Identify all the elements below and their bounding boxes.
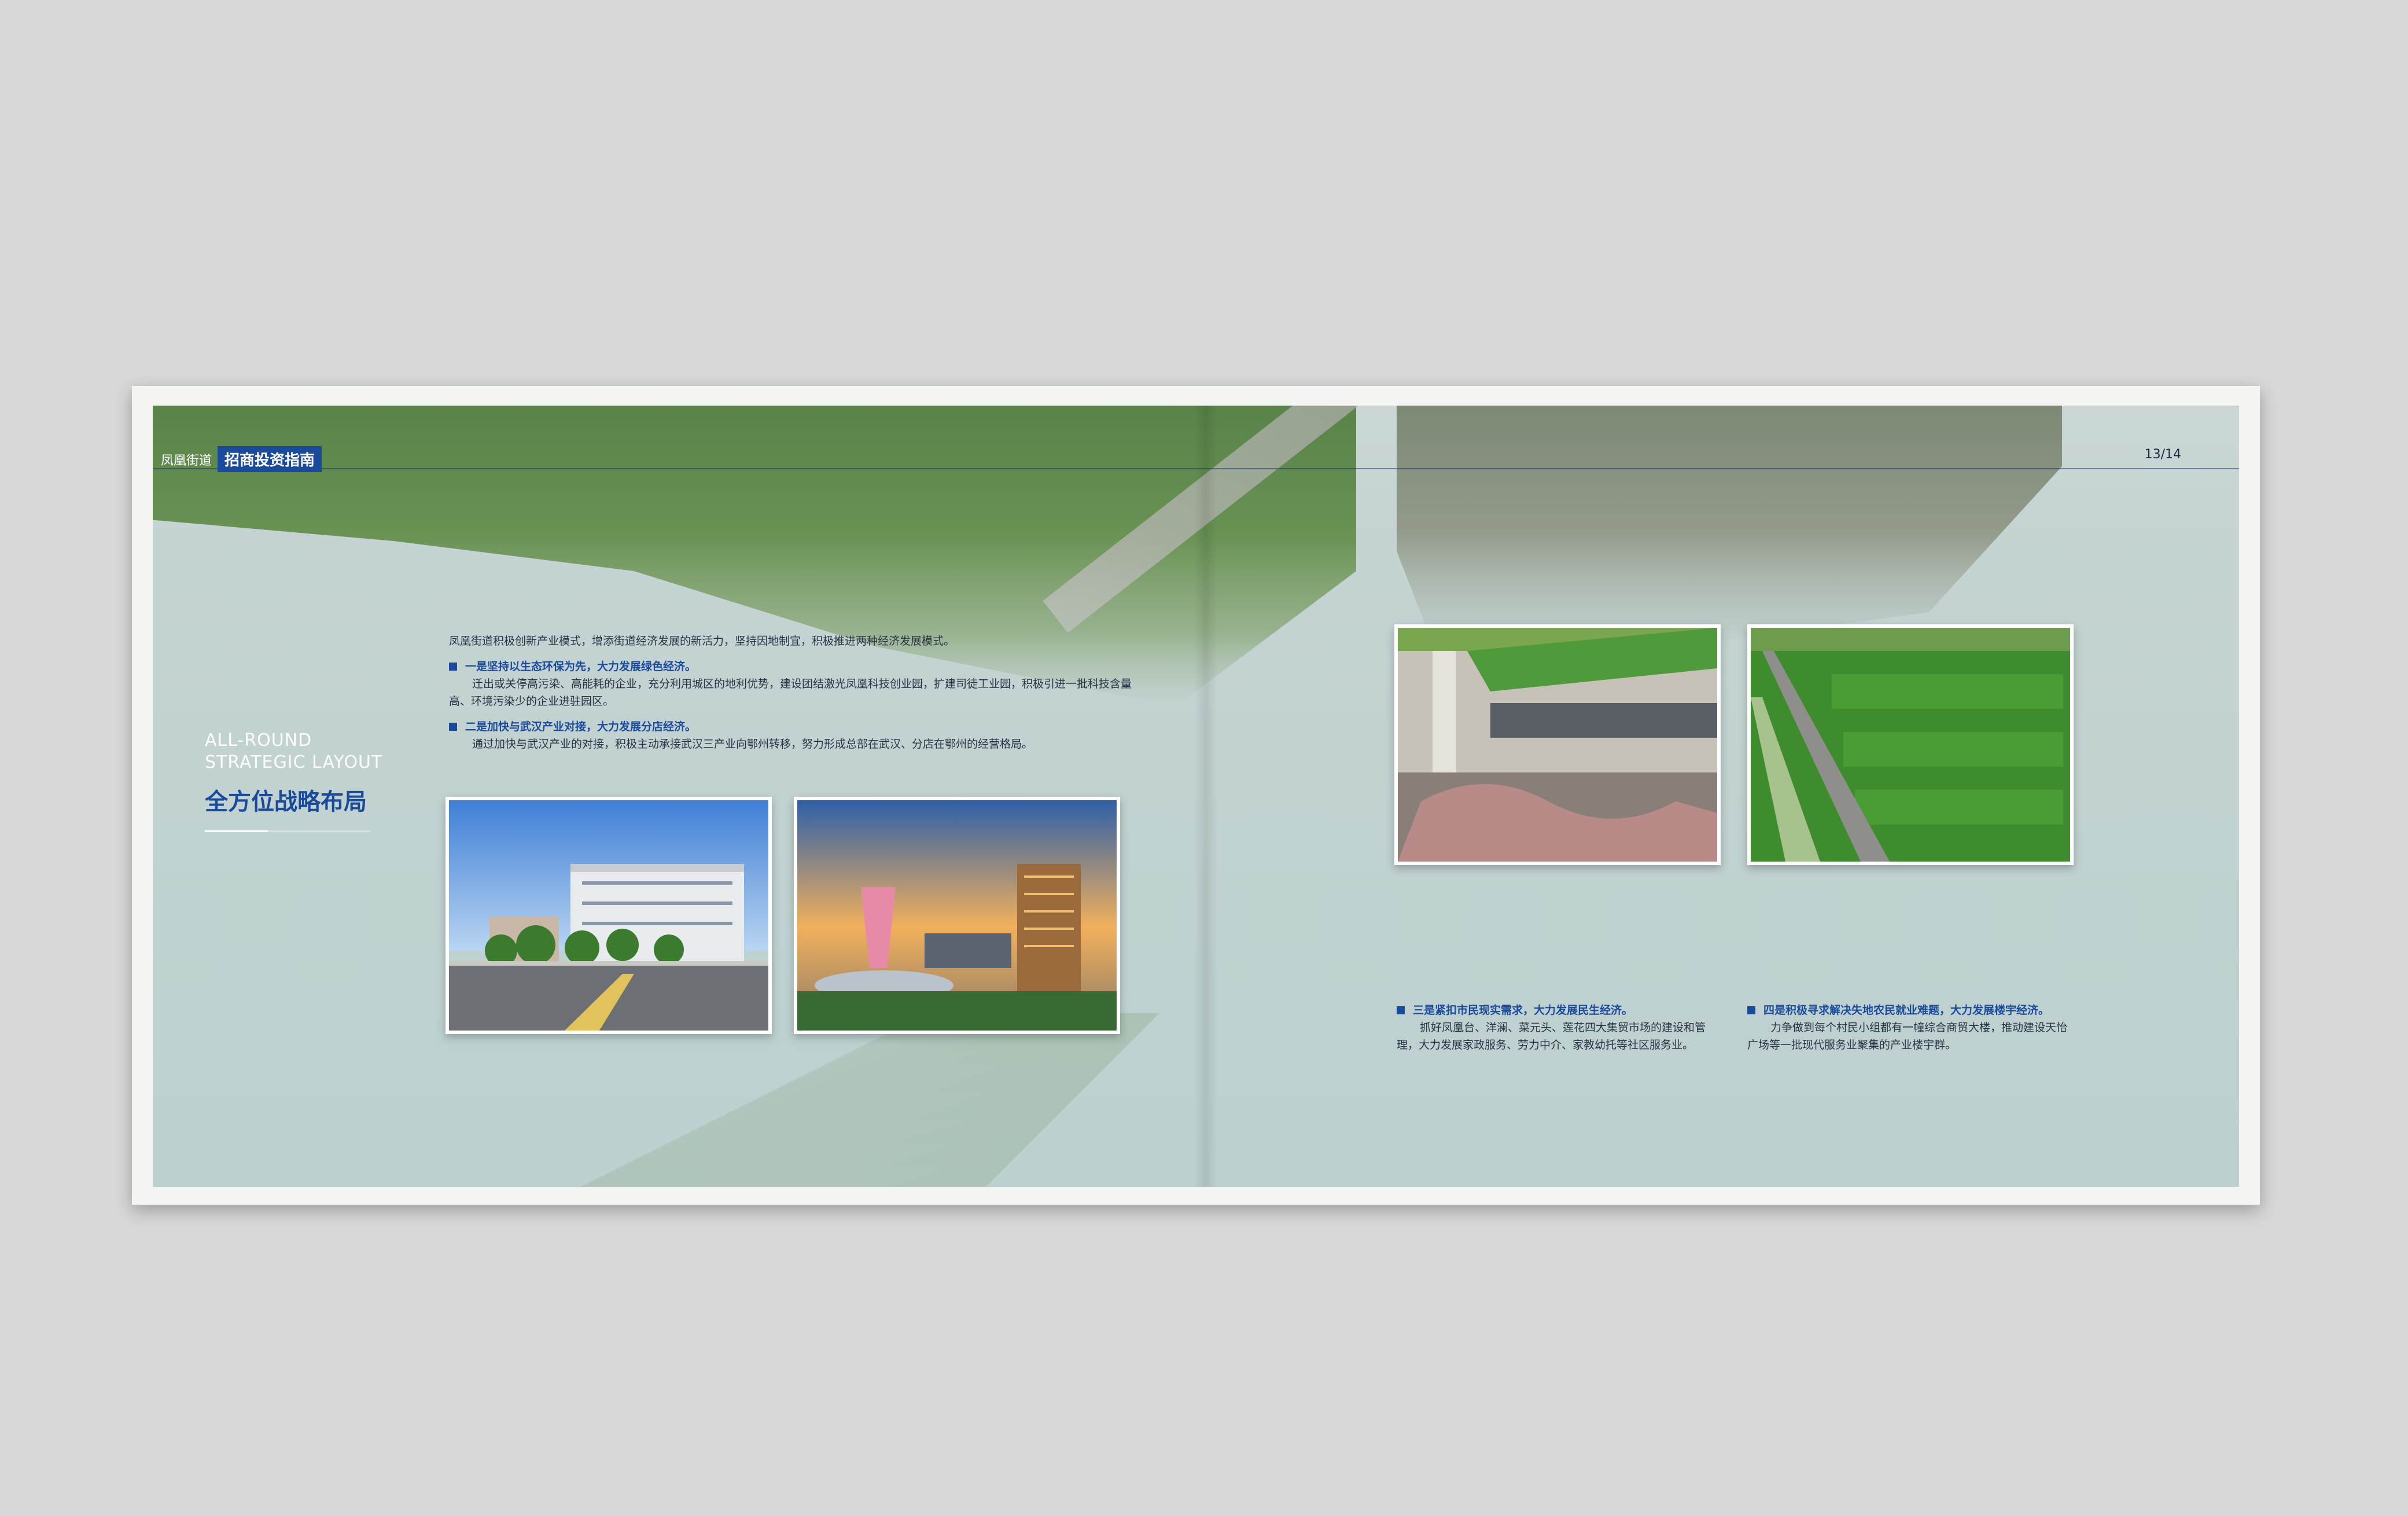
item-4-heading-text: 四是积极寻求解决失地农民就业难题，大力发展楼宇经济。	[1763, 1004, 2050, 1017]
item-1-body: 迁出或关停高污染、高能耗的企业，充分利用城区的地利优势，建设团结激光凤凰科技创业…	[449, 678, 1132, 708]
item-2-heading-text: 二是加快与武汉产业对接，大力发展分店经济。	[465, 720, 697, 733]
item-4-heading: 四是积极寻求解决失地农民就业难题，大力发展楼宇经济。	[1747, 1002, 2071, 1019]
square-bullet-icon	[449, 723, 457, 731]
square-bullet-icon	[449, 663, 457, 671]
brochure-spread: 凤凰街道 招商投资指南 13/14 ALL-ROUND STRATEGIC LA…	[132, 386, 2260, 1205]
brand-name: 凤凰街道	[161, 453, 212, 468]
item-1-heading: 一是坚持以生态环保为先，大力发展绿色经济。	[449, 658, 1132, 675]
section-title: ALL-ROUND STRATEGIC LAYOUT 全方位战略布局	[205, 730, 382, 832]
item-3-block: 三是紧扣市民现实需求，大力发展民生经济。 抓好凤凰台、洋澜、菜元头、莲花四大集贸…	[1397, 1002, 1721, 1054]
title-english-line-1: ALL-ROUND	[205, 730, 312, 750]
intro-text-block: 凤凰街道积极创新产业模式，增添街道经济发展的新活力，坚持因地制宜，积极推进两种经…	[449, 632, 1132, 753]
photo-city-sunset	[794, 797, 1120, 1034]
photo-market-interior	[1394, 624, 1721, 865]
photo-green-farmland	[1747, 624, 2074, 865]
item-3-heading: 三是紧扣市民现实需求，大力发展民生经济。	[1397, 1002, 1721, 1019]
item-4-block: 四是积极寻求解决失地农民就业难题，大力发展楼宇经济。 力争做到每个村民小组都有一…	[1747, 1002, 2071, 1054]
spread-page: 凤凰街道 招商投资指南 13/14 ALL-ROUND STRATEGIC LA…	[153, 406, 2239, 1187]
title-chinese: 全方位战略布局	[205, 789, 367, 815]
item-3-body: 抓好凤凰台、洋澜、菜元头、莲花四大集贸市场的建设和管理，大力发展家政服务、劳力中…	[1397, 1021, 1706, 1051]
header-rule	[153, 468, 2239, 469]
book-gutter	[1194, 406, 1217, 1187]
intro-paragraph: 凤凰街道积极创新产业模式，增添街道经济发展的新活力，坚持因地制宜，积极推进两种经…	[449, 635, 955, 647]
square-bullet-icon	[1747, 1006, 1755, 1014]
item-3-heading-text: 三是紧扣市民现实需求，大力发展民生经济。	[1413, 1004, 1633, 1017]
title-underline	[205, 830, 370, 832]
item-1-heading-text: 一是坚持以生态环保为先，大力发展绿色经济。	[465, 660, 697, 673]
photo-industrial-park	[445, 797, 772, 1034]
header-brand: 凤凰街道 招商投资指南	[161, 446, 322, 472]
item-2-heading: 二是加快与武汉产业对接，大力发展分店经济。	[449, 718, 1132, 735]
title-english-line-2: STRATEGIC LAYOUT	[205, 752, 383, 772]
square-bullet-icon	[1397, 1006, 1405, 1014]
brand-tag: 招商投资指南	[218, 446, 322, 472]
item-2-body: 通过加快与武汉产业的对接，积极主动承接武汉三产业向鄂州转移，努力形成总部在武汉、…	[472, 738, 1033, 750]
item-4-body: 力争做到每个村民小组都有一幢综合商贸大楼，推动建设天怡广场等一批现代服务业聚集的…	[1747, 1021, 2068, 1051]
page-number: 13/14	[2144, 447, 2181, 462]
